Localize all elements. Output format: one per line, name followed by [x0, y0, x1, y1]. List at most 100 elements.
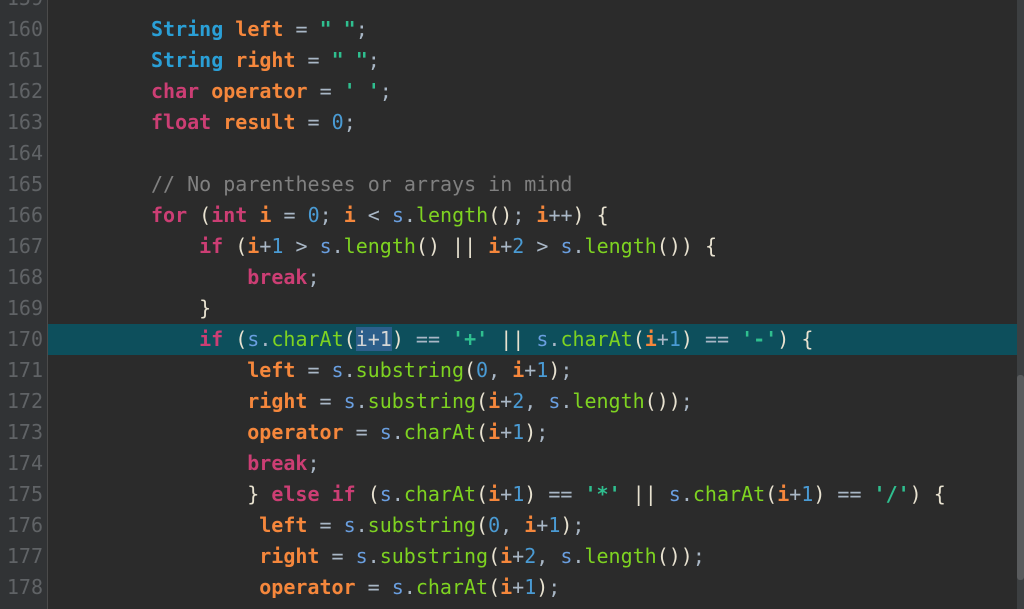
code-token: ) [524, 420, 537, 444]
code-token: 1 [536, 358, 549, 382]
code-token: ) [524, 482, 537, 506]
line-number: 163 [6, 110, 43, 134]
code-token: i [488, 420, 501, 444]
code-token: float [151, 110, 212, 134]
code-line-text: float result = 0; [151, 107, 356, 138]
code-line[interactable]: // No parentheses or arrays in mind [48, 169, 1024, 200]
code-token: ; [355, 17, 368, 41]
gutter-row[interactable]: 168 [0, 262, 48, 293]
code-line[interactable] [48, 138, 1024, 169]
code-token: + [500, 482, 513, 506]
code-token: operator [211, 79, 308, 103]
code-line[interactable] [48, 0, 1024, 14]
code-editor[interactable]: 159 160 161 162 163 164 165 166 167 168 169 170 171 1… [0, 0, 1024, 609]
code-token: ; [536, 420, 549, 444]
code-line[interactable]: String right = " "; [48, 45, 1024, 76]
code-line-text: if (i+1 > s.length() || i+2 > s.length()… [199, 231, 717, 262]
code-line-text: right = s.substring(i+2, s.length()); [259, 541, 705, 572]
code-line[interactable]: break; [48, 448, 1024, 479]
code-token: ; [319, 203, 344, 227]
code-token: || [452, 234, 477, 258]
gutter-row[interactable]: 177 [0, 541, 48, 572]
gutter-row[interactable]: 171 [0, 355, 48, 386]
code-token: . [355, 513, 368, 537]
code-token: ( [343, 327, 356, 351]
code-line-current[interactable]: if (s.charAt(i+1) == '+' || s.charAt(i+1… [48, 324, 1024, 355]
code-token: charAt [403, 420, 477, 444]
code-line[interactable]: right = s.substring(i+2, s.length()); [48, 541, 1024, 572]
code-token: + [512, 544, 525, 568]
code-token: . [259, 327, 272, 351]
code-line-text: left = s.substring(0, i+1); [259, 510, 584, 541]
gutter-row[interactable]: 162 [0, 76, 48, 107]
code-token: ) [777, 327, 790, 351]
vertical-scrollbar-track[interactable] [1017, 0, 1024, 609]
gutter-row[interactable]: 160 [0, 14, 48, 45]
code-token: else [271, 482, 320, 506]
code-line[interactable]: String left = " "; [48, 14, 1024, 45]
code-line[interactable]: if (i+1 > s.length() || i+2 > s.length()… [48, 231, 1024, 262]
gutter-row[interactable]: 161 [0, 45, 48, 76]
code-line[interactable]: operator = s.charAt(i+1); [48, 572, 1024, 603]
code-token: // No parentheses or arrays in mind [151, 172, 573, 196]
code-token: left [235, 17, 284, 41]
gutter-row[interactable]: 169 [0, 293, 48, 324]
gutter-row[interactable]: 163 [0, 107, 48, 138]
code-token: ++ [548, 203, 573, 227]
code-token: i [488, 482, 501, 506]
gutter-row[interactable]: 173 [0, 417, 48, 448]
code-line[interactable]: float result = 0; [48, 107, 1024, 138]
gutter-row[interactable]: 178 [0, 572, 48, 603]
code-line-text: break; [247, 448, 319, 479]
code-token: ) [813, 482, 826, 506]
code-line[interactable]: break; [48, 603, 1024, 609]
gutter-row[interactable]: 164 [0, 138, 48, 169]
code-line[interactable]: } else if (s.charAt(i+1) == '*' || s.cha… [48, 479, 1024, 510]
code-token: s [668, 482, 681, 506]
gutter-row[interactable]: 176 [0, 510, 48, 541]
code-token: s [247, 327, 260, 351]
code-token: . [331, 234, 344, 258]
code-token: ()) [644, 389, 681, 413]
code-line[interactable]: right = s.substring(i+2, s.length()); [48, 386, 1024, 417]
gutter-row[interactable]: 167 [0, 231, 48, 262]
code-token: left [259, 513, 308, 537]
code-token: length [343, 234, 416, 258]
code-line[interactable]: char operator = ' '; [48, 76, 1024, 107]
gutter-row[interactable]: 159 [0, 0, 48, 14]
gutter-row[interactable]: 166 [0, 200, 48, 231]
code-token: 1 [801, 482, 814, 506]
vertical-scrollbar-thumb[interactable] [1017, 375, 1024, 580]
code-line[interactable]: operator = s.charAt(i+1); [48, 417, 1024, 448]
code-token: . [548, 327, 561, 351]
code-line[interactable]: left = s.substring(0, i+1); [48, 355, 1024, 386]
gutter-row[interactable]: 170 [0, 324, 48, 355]
code-token: 1 [548, 513, 561, 537]
code-token: + [500, 420, 513, 444]
code-token: i [247, 234, 260, 258]
gutter-row[interactable]: 165 [0, 169, 48, 200]
code-token: } [247, 482, 260, 506]
gutter-row[interactable]: 175 [0, 479, 48, 510]
code-token: == [692, 327, 742, 351]
code-token: i [644, 327, 657, 351]
code-token: ( [488, 575, 501, 599]
code-token: = [295, 110, 332, 134]
code-line[interactable]: } [48, 293, 1024, 324]
line-number-gutter[interactable]: 159 160 161 162 163 164 165 166 167 168 169 170 171 1… [0, 0, 48, 609]
code-line[interactable]: for (int i = 0; i < s.length(); i++) { [48, 200, 1024, 231]
code-token: ) [572, 203, 585, 227]
code-content-area[interactable]: String left = " "; String right = " "; cha… [48, 0, 1024, 609]
code-line[interactable]: break; [48, 262, 1024, 293]
code-token: 1 [512, 482, 525, 506]
gutter-row[interactable]: 179 [0, 603, 48, 609]
code-line[interactable]: left = s.substring(0, i+1); [48, 510, 1024, 541]
code-token: for [151, 203, 188, 227]
code-token: if [199, 327, 224, 351]
gutter-row[interactable]: 174 [0, 448, 48, 479]
gutter-row[interactable]: 172 [0, 386, 48, 417]
